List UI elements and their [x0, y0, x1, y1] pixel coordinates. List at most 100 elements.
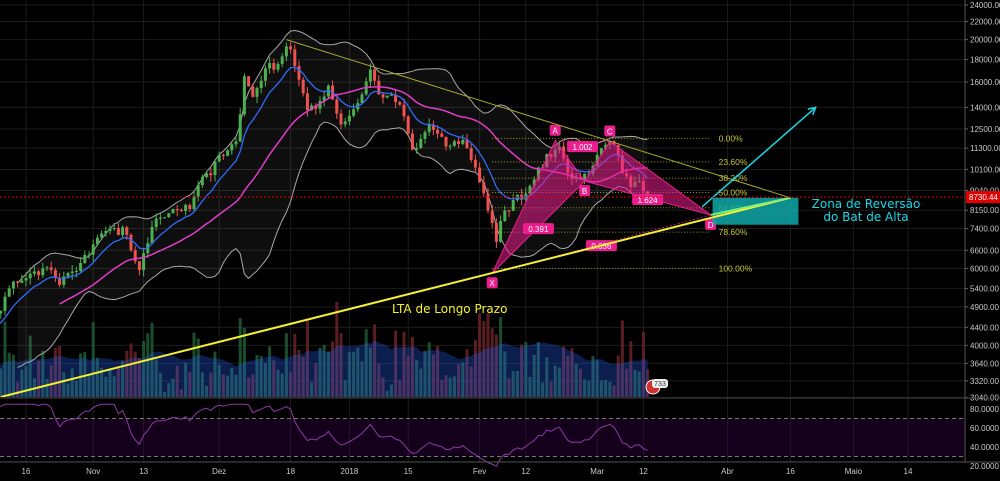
time-tick-label: Maio: [845, 467, 863, 476]
candle-body: [440, 133, 444, 137]
price-tick-label: 24000.00: [970, 1, 1000, 10]
candle-body: [205, 173, 209, 178]
point-label-a: A: [553, 127, 559, 136]
candle-body: [213, 161, 217, 176]
candle-body: [28, 273, 32, 279]
candle-body: [3, 296, 7, 311]
time-tick-label: 2018: [341, 467, 359, 476]
candle-body: [398, 102, 402, 105]
candle: [129, 233, 133, 252]
candle-body: [499, 220, 503, 242]
candle-body: [209, 173, 213, 176]
rsi-band-fill: [0, 418, 965, 457]
price-chart[interactable]: 0.00%23.60%38.20%50.00%61.80%78.60%100.0…: [0, 0, 1000, 481]
event-badge[interactable]: 733: [645, 379, 668, 395]
candle-body: [511, 199, 515, 211]
candle-body: [163, 217, 167, 219]
candle-body: [255, 88, 259, 97]
rsi-tick-label: 80.0000: [970, 405, 999, 414]
point-label-c: C: [607, 128, 613, 137]
candle-body: [112, 227, 116, 229]
candle-body: [104, 230, 108, 234]
fib-level-label: 23.60%: [719, 157, 748, 167]
candle-body: [415, 148, 419, 150]
candle-body: [49, 267, 53, 270]
candle: [95, 234, 99, 246]
candle-body: [100, 233, 104, 238]
candle-body: [121, 227, 125, 236]
candle-body: [478, 167, 482, 183]
price-tick-label: 6600.00: [970, 246, 999, 255]
candle-body: [133, 250, 137, 262]
candle-body: [305, 93, 309, 111]
price-tick-label: 11300.00: [970, 144, 1000, 153]
candle-body: [95, 237, 99, 245]
candle: [0, 310, 3, 319]
candle-body: [234, 141, 238, 145]
candle-body: [188, 204, 192, 210]
candle-body: [406, 116, 410, 134]
candle-body: [66, 273, 70, 277]
candle-body: [196, 185, 200, 197]
candle-body: [238, 114, 242, 142]
candle: [100, 230, 104, 239]
price-tick-label: 10100.00: [970, 165, 1000, 174]
time-tick-label: 13: [139, 467, 148, 476]
rsi-tick-label: 40.0000: [970, 443, 999, 452]
price-tick-label: 3640.00: [970, 359, 999, 368]
time-tick-label: Mar: [590, 467, 604, 476]
candle: [167, 212, 171, 218]
price-tick-label: 4900.00: [970, 303, 999, 312]
candle-body: [444, 136, 448, 147]
candle-body: [74, 270, 78, 272]
candle-body: [469, 148, 473, 160]
candle-body: [11, 281, 15, 289]
rsi-tick-label: 20.0000: [970, 462, 999, 471]
candle-body: [45, 267, 49, 269]
candle-body: [16, 281, 20, 283]
candle-body: [389, 94, 393, 96]
time-tick-label: 12: [521, 467, 530, 476]
price-tick-label: 12500.00: [970, 125, 1000, 134]
ratio-label: 1.002: [572, 143, 593, 152]
candle-body: [247, 76, 251, 87]
price-tick-label: 4000.00: [970, 341, 999, 350]
price-tick-label: 16000.00: [970, 78, 1000, 87]
point-label-x: X: [490, 279, 496, 288]
candle-body: [461, 139, 465, 144]
candle: [238, 107, 242, 143]
candle-body: [473, 159, 477, 168]
candle-body: [37, 271, 41, 276]
candle: [242, 73, 246, 117]
candle-body: [184, 204, 188, 212]
candle-body: [175, 209, 179, 211]
candle-body: [192, 196, 196, 210]
candle-body: [402, 104, 406, 117]
candle-body: [167, 213, 171, 218]
candle-body: [482, 182, 486, 194]
candle: [7, 285, 11, 297]
price-tick-label: 18000.00: [970, 56, 1000, 65]
candle: [83, 250, 87, 264]
candle-body: [297, 66, 301, 80]
candle-body: [427, 124, 431, 133]
candle: [406, 115, 410, 135]
price-tick-label: 4400.00: [970, 323, 999, 332]
candle-body: [230, 144, 234, 151]
point-label-b: B: [582, 187, 587, 196]
candle-body: [339, 113, 343, 125]
candle-body: [263, 68, 267, 81]
time-tick-label: Dez: [212, 467, 226, 476]
candle-body: [242, 76, 246, 115]
candle-body: [221, 154, 225, 156]
candle-body: [436, 129, 440, 134]
candle-body: [226, 150, 230, 156]
candle-body: [381, 94, 385, 98]
candle-body: [251, 86, 255, 97]
candle-body: [284, 46, 288, 57]
time-tick-label: 15: [404, 467, 413, 476]
candle: [11, 280, 15, 295]
fib-level-label: 38.20%: [719, 173, 748, 183]
candle-body: [108, 228, 112, 231]
candle-body: [465, 139, 469, 149]
